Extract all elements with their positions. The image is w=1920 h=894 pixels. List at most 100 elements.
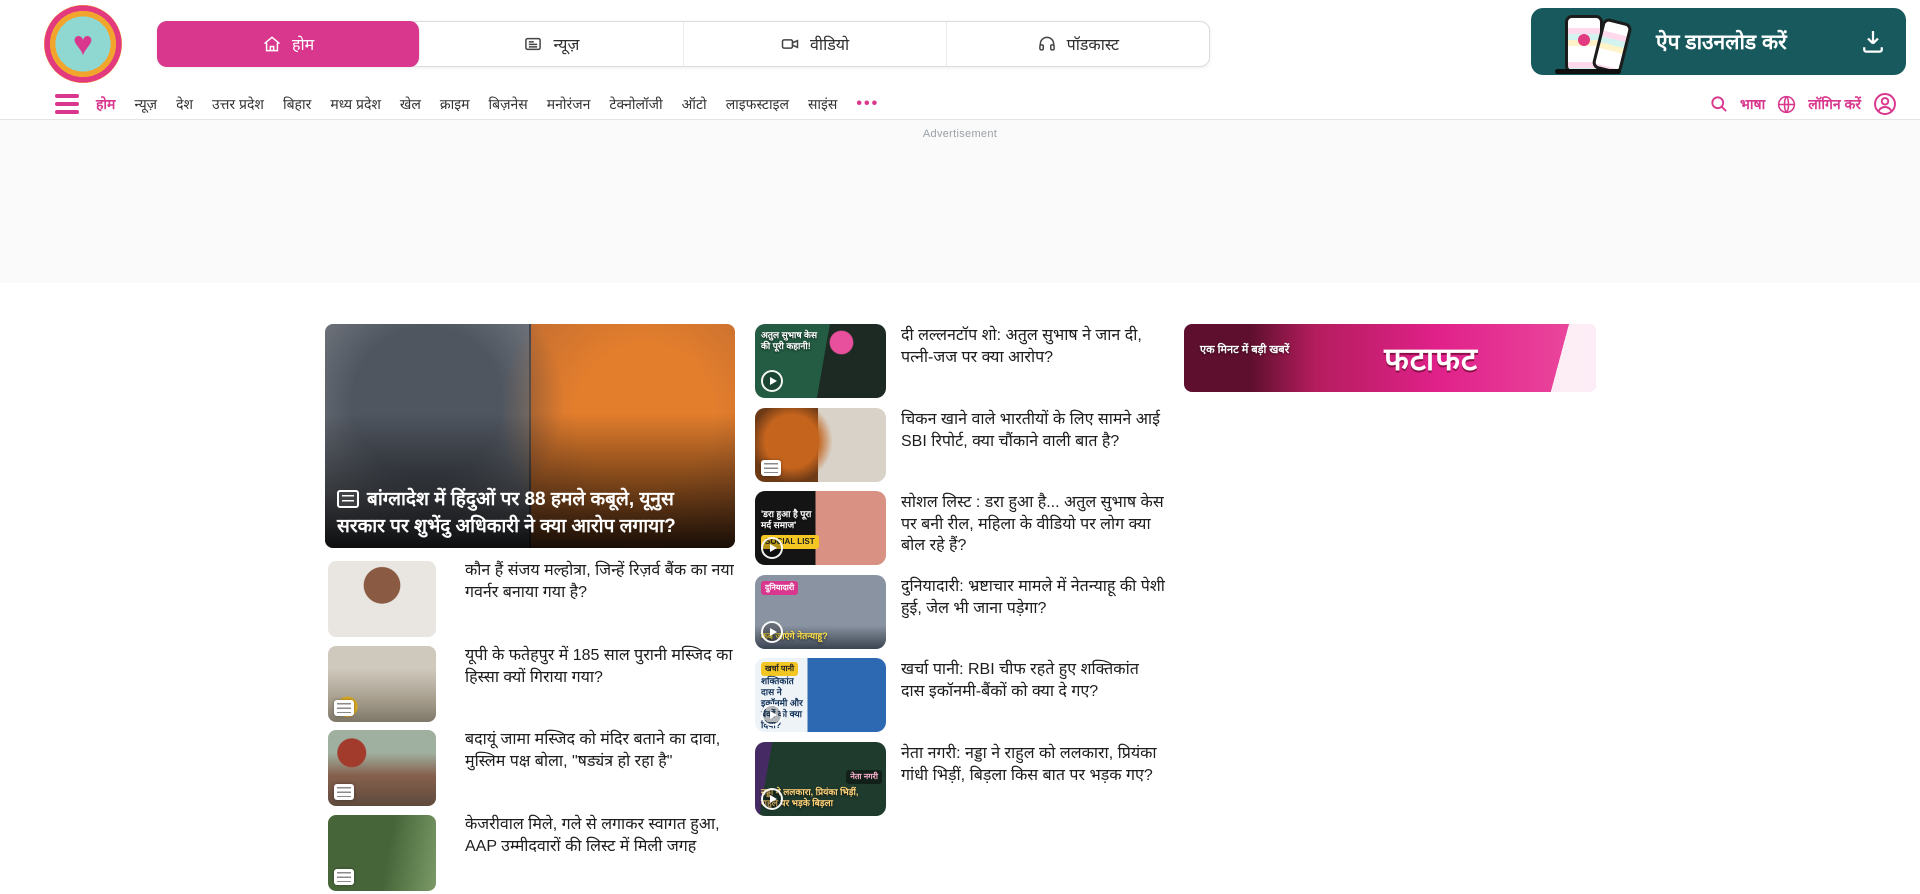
headphones-icon	[1037, 34, 1057, 54]
video-story-row[interactable]: खर्चा पानी शक्तिकांत दास ने इकॉनमी और बै…	[755, 658, 1165, 738]
primary-tab-bar: होम न्यूज़ वीडियो पॉडकास्ट	[157, 21, 1210, 67]
nav-item[interactable]: लाइफस्टाइल	[726, 95, 789, 114]
article-icon	[334, 784, 354, 800]
lead-story[interactable]: बांग्लादेश में हिंदुओं पर 88 हमले कबूले,…	[325, 324, 735, 548]
ad-slot: Advertisement	[0, 120, 1920, 283]
navbar-right-cluster: भाषा लॉगिन करें	[1709, 91, 1898, 117]
video-story-row[interactable]: अतुल सुभाष केस की पूरी कहानी! दी लल्लनटॉ…	[755, 324, 1165, 404]
banner-decoration	[1532, 324, 1596, 392]
home-icon	[262, 34, 282, 54]
fatafat-banner[interactable]: एक मिनट में बड़ी खबरें फटाफट	[1184, 324, 1596, 392]
tab-video[interactable]: वीडियो	[684, 22, 947, 66]
play-icon	[761, 370, 783, 392]
video-camera-icon	[780, 34, 800, 54]
show-badge: नेता नगरी	[846, 770, 882, 784]
story-thumbnail	[328, 561, 436, 637]
story-headline: चिकन खाने वाले भारतीयों के लिए सामने आई …	[901, 409, 1165, 452]
article-icon	[334, 700, 354, 716]
video-story-row[interactable]: 'डरा हुआ है पूरा मर्द समाज' SOCIAL LIST …	[755, 491, 1165, 571]
story-thumbnail	[755, 408, 886, 482]
story-thumbnail	[328, 815, 436, 891]
nav-item-home[interactable]: होम	[96, 95, 115, 114]
header: ♥ होम न्यूज़ वीडियो पॉडकास्ट	[0, 0, 1920, 89]
story-headline: कौन हैं संजय मल्होत्रा, जिन्हें रिज़र्व …	[465, 560, 735, 603]
tab-label: होम	[292, 33, 314, 55]
login-link[interactable]: लॉगिन करें	[1808, 95, 1861, 114]
nav-items: होम न्यूज़ देश उत्तर प्रदेश बिहार मध्य प…	[96, 95, 879, 114]
play-icon	[761, 788, 783, 810]
nav-item[interactable]: ऑटो	[682, 95, 707, 114]
article-icon	[337, 490, 359, 508]
nav-item[interactable]: खेल	[400, 95, 421, 114]
nav-item[interactable]: न्यूज़	[134, 95, 157, 114]
video-thumbnail: नेता नगरी नड्डा ने ललकारा, प्रियंका भिड़…	[755, 742, 886, 816]
tab-news[interactable]: न्यूज़	[420, 22, 683, 66]
play-icon	[761, 621, 783, 643]
story-thumbnail	[328, 646, 436, 722]
play-icon	[761, 704, 783, 726]
news-icon	[523, 34, 543, 54]
story-row[interactable]: कौन हैं संजय मल्होत्रा, जिन्हें रिज़र्व …	[325, 558, 735, 640]
language-selector[interactable]: भाषा	[1740, 95, 1765, 114]
video-thumbnail: अतुल सुभाष केस की पूरी कहानी!	[755, 324, 886, 398]
story-headline: सोशल लिस्ट : डरा हुआ है... अतुल सुभाष के…	[901, 492, 1165, 557]
lead-headline-text: बांग्लादेश में हिंदुओं पर 88 हमले कबूले,…	[337, 489, 676, 537]
story-thumbnail	[328, 730, 436, 806]
story-headline: दुनियादारी: भ्रष्टाचार मामले में नेतन्या…	[901, 576, 1165, 619]
nav-item[interactable]: देश	[176, 95, 193, 114]
article-icon	[334, 869, 354, 885]
story-headline: यूपी के फतेहपुर में 185 साल पुरानी मस्जि…	[465, 645, 735, 688]
lallantop-logo[interactable]: ♥	[44, 5, 122, 83]
more-sections-icon[interactable]: •••	[856, 95, 879, 113]
show-badge: दुनियादारी	[761, 581, 798, 595]
phone-avatar-icon	[1578, 34, 1590, 46]
lead-headline: बांग्लादेश में हिंदुओं पर 88 हमले कबूले,…	[337, 486, 725, 540]
video-thumbnail: 'डरा हुआ है पूरा मर्द समाज' SOCIAL LIST	[755, 491, 886, 565]
globe-icon[interactable]	[1776, 94, 1797, 115]
section-navbar: होम न्यूज़ देश उत्तर प्रदेश बिहार मध्य प…	[0, 89, 1920, 120]
tab-podcast[interactable]: पॉडकास्ट	[947, 22, 1209, 66]
nav-item[interactable]: बिज़नेस	[489, 95, 528, 114]
story-headline: केजरीवाल मिले, गले से लगाकर स्वागत हुआ, …	[465, 814, 735, 857]
video-thumbnail: खर्चा पानी शक्तिकांत दास ने इकॉनमी और बै…	[755, 658, 886, 732]
show-badge: खर्चा पानी	[761, 662, 798, 676]
video-story-row[interactable]: दुनियादारी कब जाएंगे नेतन्याहू? दुनियादा…	[755, 575, 1165, 655]
story-row[interactable]: केजरीवाल मिले, गले से लगाकर स्वागत हुआ, …	[325, 812, 735, 894]
ad-label: Advertisement	[923, 128, 997, 140]
user-avatar-icon[interactable]	[1872, 91, 1898, 117]
download-icon	[1858, 26, 1888, 56]
story-headline: बदायूं जामा मस्जिद को मंदिर बताने का दाव…	[465, 729, 735, 772]
nav-item[interactable]: क्राइम	[440, 95, 470, 114]
tab-label: न्यूज़	[553, 33, 579, 55]
app-download-label: ऐप डाउनलोड करें	[1656, 28, 1787, 56]
nav-item[interactable]: बिहार	[283, 95, 311, 114]
video-thumbnail: दुनियादारी कब जाएंगे नेतन्याहू?	[755, 575, 886, 649]
tab-label: वीडियो	[810, 33, 849, 55]
video-story-row[interactable]: नेता नगरी नड्डा ने ललकारा, प्रियंका भिड़…	[755, 742, 1165, 822]
story-row[interactable]: बदायूं जामा मस्जिद को मंदिर बताने का दाव…	[325, 727, 735, 809]
hamburger-menu-icon[interactable]	[55, 94, 79, 114]
app-download-button[interactable]: ऐप डाउनलोड करें	[1531, 8, 1906, 75]
nav-item[interactable]: मध्य प्रदेश	[330, 95, 381, 114]
nav-item[interactable]: साइंस	[808, 95, 837, 114]
search-icon[interactable]	[1709, 94, 1729, 114]
story-headline: नेता नगरी: नड्डा ने राहुल को ललकारा, प्र…	[901, 743, 1165, 786]
nav-item[interactable]: उत्तर प्रदेश	[212, 95, 264, 114]
tab-home[interactable]: होम	[157, 21, 420, 67]
story-row[interactable]: यूपी के फतेहपुर में 185 साल पुरानी मस्जि…	[325, 643, 735, 725]
phone-stand	[1555, 69, 1621, 74]
thumbnail-caption: अतुल सुभाष केस की पूरी कहानी!	[761, 330, 823, 352]
fatafat-subtitle: एक मिनट में बड़ी खबरें	[1200, 343, 1320, 358]
fatafat-title: फटाफट	[1384, 337, 1478, 380]
story-row[interactable]: चिकन खाने वाले भारतीयों के लिए सामने आई …	[755, 408, 1165, 488]
play-icon	[761, 537, 783, 559]
heart-icon: ♥	[73, 27, 93, 61]
story-headline: दी लल्लनटॉप शो: अतुल सुभाष ने जान दी, पत…	[901, 325, 1165, 368]
nav-item[interactable]: टेक्नोलॉजी	[609, 95, 662, 114]
tab-label: पॉडकास्ट	[1067, 33, 1120, 55]
thumbnail-caption: 'डरा हुआ है पूरा मर्द समाज'	[761, 509, 823, 531]
page: ♥ होम न्यूज़ वीडियो पॉडकास्ट	[0, 0, 1920, 888]
story-headline: खर्चा पानी: RBI चीफ रहते हुए शक्तिकांत द…	[901, 659, 1165, 702]
article-icon	[761, 460, 781, 476]
nav-item[interactable]: मनोरंजन	[547, 95, 591, 114]
